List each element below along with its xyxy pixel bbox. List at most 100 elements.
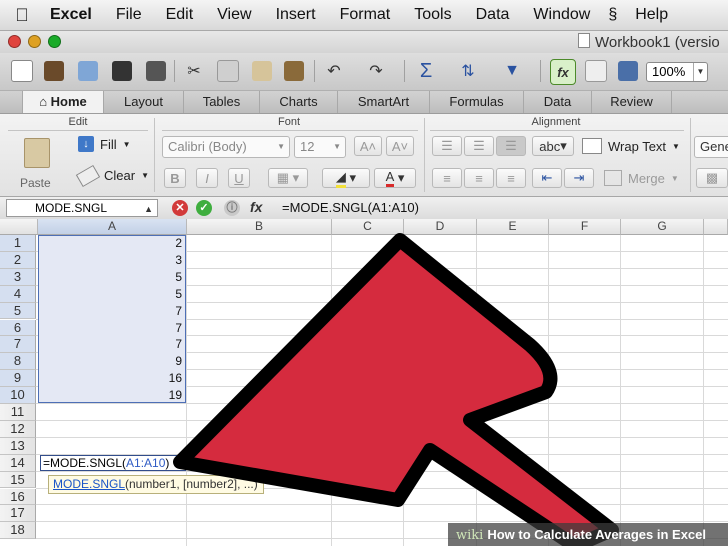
fill-color-button[interactable]: ◢ ▾ (322, 168, 370, 188)
row-header[interactable]: 17 (0, 505, 36, 523)
redo-icon[interactable]: ↷ (364, 59, 388, 83)
formula-text[interactable]: =MODE.SNGL(A1:A10) (282, 200, 419, 215)
new-document-icon[interactable] (10, 59, 34, 83)
increase-indent-button[interactable]: ⇥ (564, 168, 594, 188)
row-header[interactable]: 13 (0, 437, 36, 455)
copy-icon[interactable] (216, 59, 240, 83)
format-painter-icon[interactable] (282, 59, 306, 83)
row-header[interactable]: 9 (0, 370, 36, 388)
tooltip-function-link[interactable]: MODE.SNGL (53, 477, 125, 491)
align-bottom-button[interactable]: ☰ (496, 136, 526, 156)
row-header[interactable]: 5 (0, 302, 36, 320)
number-format-select[interactable]: Gene (694, 136, 728, 158)
tab-data[interactable]: Data (524, 91, 592, 113)
menu-data[interactable]: Data (464, 6, 522, 24)
row-header[interactable]: 3 (0, 268, 36, 286)
col-header-d[interactable]: D (404, 219, 477, 235)
menu-window[interactable]: Window (521, 6, 602, 24)
autosum-icon[interactable]: Σ (414, 59, 438, 83)
minimize-window-button[interactable] (28, 35, 41, 48)
align-center-button[interactable]: ≡ (464, 168, 494, 188)
print-icon[interactable] (144, 59, 168, 83)
underline-button[interactable]: U (228, 168, 250, 188)
enter-icon[interactable]: ✓ (196, 200, 212, 216)
gallery-icon[interactable] (584, 59, 608, 83)
orientation-button[interactable]: abc ▾ (532, 136, 574, 156)
row-header[interactable]: 6 (0, 319, 36, 337)
template-gallery-icon[interactable] (42, 59, 66, 83)
row-header[interactable]: 18 (0, 522, 36, 540)
cell-a4[interactable]: 5 (40, 287, 182, 301)
zoom-window-button[interactable] (48, 35, 61, 48)
wrap-text-button[interactable]: Wrap Text ▼ (582, 138, 680, 154)
menu-edit[interactable]: Edit (154, 6, 206, 24)
toolbox-icon[interactable] (616, 59, 640, 83)
row-header[interactable]: 4 (0, 285, 36, 303)
menu-help[interactable]: Help (623, 6, 680, 24)
col-header-g[interactable]: G (621, 219, 704, 235)
cell-a6[interactable]: 7 (40, 321, 182, 335)
cell-a8[interactable]: 9 (40, 354, 182, 368)
name-box[interactable]: MODE.SNGL ▲ (6, 199, 158, 217)
paste-button[interactable]: Paste (20, 136, 60, 194)
font-size-select[interactable]: 12 ▼ (294, 136, 346, 158)
col-header-next[interactable] (704, 219, 728, 235)
decrease-indent-button[interactable]: ⇤ (532, 168, 562, 188)
cancel-icon[interactable]: ✕ (172, 200, 188, 216)
row-header[interactable]: 11 (0, 404, 36, 421)
select-all-corner[interactable] (0, 219, 38, 235)
tab-tables[interactable]: Tables (184, 91, 260, 113)
tab-formulas[interactable]: Formulas (430, 91, 524, 113)
menu-format[interactable]: Format (328, 6, 403, 24)
active-cell-a14[interactable]: =MODE.SNGL(A1:A10) (40, 455, 186, 471)
col-header-f[interactable]: F (549, 219, 621, 235)
tab-layout[interactable]: Layout (104, 91, 184, 113)
font-color-button[interactable]: A ▾ (374, 168, 416, 188)
filter-icon[interactable]: ▼ (500, 59, 524, 83)
cut-icon[interactable]: ✂ (182, 59, 206, 83)
increase-font-button[interactable]: A˄ (354, 136, 382, 156)
row-header[interactable]: 12 (0, 420, 36, 438)
tab-charts[interactable]: Charts (260, 91, 338, 113)
tab-smartart[interactable]: SmartArt (338, 91, 430, 113)
open-folder-icon[interactable] (76, 59, 100, 83)
row-header[interactable]: 8 (0, 353, 36, 371)
align-right-button[interactable]: ≡ (496, 168, 526, 188)
menu-insert[interactable]: Insert (264, 6, 328, 24)
merge-button[interactable]: Merge ▼ (604, 170, 679, 186)
insert-function-icon[interactable]: fx (550, 59, 576, 85)
formula-builder-icon[interactable]: ⓘ (224, 200, 240, 216)
menu-app-excel[interactable]: Excel (44, 6, 104, 24)
cell-a9[interactable]: 16 (40, 371, 182, 385)
align-left-button[interactable]: ≡ (432, 168, 462, 188)
fill-button[interactable]: ↓ Fill ▼ (78, 136, 131, 152)
col-header-c[interactable]: C (332, 219, 404, 235)
apple-menu-icon[interactable]:  (0, 5, 44, 26)
tab-review[interactable]: Review (592, 91, 672, 113)
sort-icon[interactable]: ⇅ (456, 59, 480, 83)
row-header[interactable]: 1 (0, 235, 36, 252)
decrease-font-button[interactable]: A˅ (386, 136, 414, 156)
align-top-button[interactable]: ☰ (432, 136, 462, 156)
menu-view[interactable]: View (205, 6, 263, 24)
row-header[interactable]: 15 (0, 471, 36, 489)
cell-a3[interactable]: 5 (40, 270, 182, 284)
clear-button[interactable]: Clear ▼ (75, 164, 149, 187)
save-icon[interactable] (110, 59, 134, 83)
fx-icon[interactable]: fx (250, 199, 262, 215)
font-name-select[interactable]: Calibri (Body) ▼ (162, 136, 290, 158)
cell-a10[interactable]: 19 (40, 388, 182, 402)
undo-icon[interactable]: ↶ (322, 59, 346, 83)
row-header[interactable]: 7 (0, 336, 36, 354)
paste-icon[interactable] (250, 59, 274, 83)
italic-button[interactable]: I (196, 168, 218, 188)
menu-tools[interactable]: Tools (402, 6, 463, 24)
col-header-b[interactable]: B (187, 219, 332, 235)
cell-a1[interactable]: 2 (40, 236, 182, 250)
align-middle-button[interactable]: ☰ (464, 136, 494, 156)
number-format-icon[interactable]: ▩ (696, 168, 728, 188)
cell-a7[interactable]: 7 (40, 337, 182, 351)
tab-home[interactable]: ⌂ Home (22, 91, 104, 113)
script-menu-icon[interactable]: § (602, 6, 623, 24)
menu-file[interactable]: File (104, 6, 154, 24)
